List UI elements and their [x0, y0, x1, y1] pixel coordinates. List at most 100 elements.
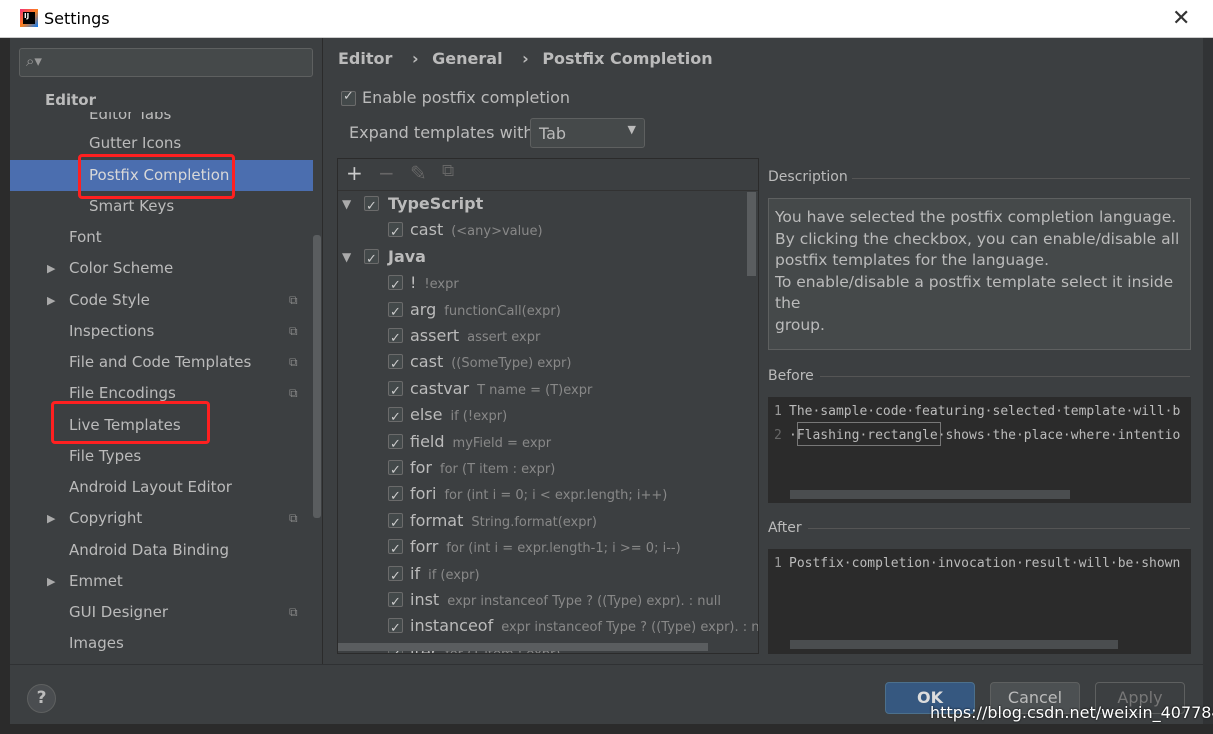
- copy-icon[interactable]: ⧉: [442, 161, 454, 181]
- templates-horizontal-scrollbar[interactable]: [338, 643, 708, 651]
- template-checkbox[interactable]: [388, 326, 403, 352]
- expand-down-icon[interactable]: ▼: [342, 244, 351, 270]
- template-description: expr instanceof Type ? ((Type) expr). : …: [447, 594, 721, 609]
- template-checkbox[interactable]: [388, 220, 403, 246]
- sidebar-scrollbar[interactable]: [313, 235, 321, 518]
- sidebar-item-images[interactable]: Images: [10, 628, 313, 659]
- template-description: if (expr): [428, 567, 480, 583]
- sidebar-item-label: Smart Keys: [89, 197, 175, 215]
- expand-arrow-icon[interactable]: ▶: [47, 285, 55, 316]
- template-checkbox[interactable]: [388, 405, 403, 431]
- template-checkbox[interactable]: [388, 616, 403, 642]
- template-checkbox[interactable]: [388, 273, 403, 299]
- title-bar: IJ Settings ✕: [0, 0, 1213, 38]
- sidebar-item-font[interactable]: Font: [10, 222, 313, 253]
- after-code-preview[interactable]: 1 Postfix·completion·invocation·result·w…: [768, 549, 1191, 654]
- sidebar-item-code-style[interactable]: Code Style ▶ ⧉: [10, 285, 313, 316]
- project-settings-icon: ⧉: [289, 355, 298, 369]
- after-heading: After: [768, 520, 802, 536]
- sidebar-item-android-layout-editor[interactable]: Android Layout Editor: [10, 472, 313, 503]
- breadcrumb-separator: ›: [411, 49, 419, 68]
- line-number: 1: [774, 556, 782, 571]
- search-input[interactable]: ⌕▾: [19, 48, 313, 77]
- group-checkbox[interactable]: [364, 194, 379, 220]
- template-checkbox[interactable]: [388, 300, 403, 326]
- breadcrumb-general: General: [432, 49, 503, 68]
- enable-postfix-checkbox[interactable]: Enable postfix completion: [341, 88, 570, 107]
- template-checkbox[interactable]: [388, 432, 403, 458]
- divider: [852, 178, 1190, 179]
- sidebar-item-label: Editor Tabs: [89, 112, 172, 123]
- templates-vertical-scrollbar[interactable]: [747, 192, 756, 276]
- template-description: T name = (T)expr: [477, 382, 593, 398]
- sidebar-item-label: GUI Designer: [69, 603, 168, 621]
- close-button[interactable]: ✕: [1172, 6, 1190, 31]
- description-line: To enable/disable a postfix template sel…: [775, 272, 1174, 313]
- breadcrumb-separator: ›: [522, 49, 529, 68]
- expand-arrow-icon[interactable]: ▶: [47, 566, 55, 597]
- sidebar-section-editor[interactable]: Editor: [45, 91, 96, 109]
- code-line: Postfix·completion·invocation·result·wil…: [789, 556, 1181, 571]
- before-code-preview[interactable]: 1 The·sample·code·featuring·selected·tem…: [768, 397, 1191, 503]
- group-checkbox[interactable]: [364, 247, 379, 273]
- template-checkbox[interactable]: [388, 352, 403, 378]
- add-icon[interactable]: +: [346, 161, 363, 185]
- expand-templates-label: Expand templates with: [349, 123, 534, 142]
- sidebar-item-file-and-code-templates[interactable]: File and Code Templates ⧉: [10, 347, 313, 378]
- project-settings-icon: ⧉: [289, 511, 298, 525]
- template-key: for: [410, 458, 432, 477]
- remove-icon[interactable]: −: [378, 161, 395, 185]
- group-name: Java: [388, 246, 426, 266]
- expand-value: Tab: [539, 124, 567, 143]
- expand-down-icon[interactable]: ▼: [342, 191, 351, 217]
- sidebar-item-color-scheme[interactable]: Color Scheme ▶: [10, 253, 313, 284]
- help-button[interactable]: ?: [27, 684, 56, 713]
- sidebar-item-label: File Types: [69, 447, 142, 465]
- template-checkbox[interactable]: [388, 564, 403, 590]
- template-description: ((SomeType) expr): [451, 356, 572, 372]
- sidebar-item-copyright[interactable]: Copyright ▶ ⧉: [10, 503, 313, 534]
- template-description: myField = expr: [452, 435, 552, 451]
- sidebar-item-emmet[interactable]: Emmet ▶: [10, 566, 313, 597]
- template-checkbox[interactable]: [388, 379, 403, 405]
- template-key: fori: [410, 484, 437, 504]
- sidebar-item-label: Android Layout Editor: [69, 478, 232, 496]
- edit-icon[interactable]: ✎: [410, 161, 427, 185]
- template-description: for (T item : expr): [440, 462, 556, 477]
- template-description: expr instanceof Type ? ((Type) expr). : …: [501, 620, 759, 636]
- template-description: if (!expr): [450, 409, 508, 425]
- after-horizontal-scrollbar[interactable]: [790, 640, 1118, 649]
- line-number: 1: [774, 404, 782, 419]
- template-checkbox[interactable]: [388, 511, 403, 537]
- expand-templates-select[interactable]: Tab ▼: [530, 118, 645, 148]
- description-box: You have selected the postfix completion…: [768, 198, 1191, 350]
- sidebar-item-inspections[interactable]: Inspections ⧉: [10, 316, 313, 347]
- before-heading: Before: [768, 368, 814, 384]
- template-checkbox[interactable]: [388, 590, 403, 616]
- breadcrumb: Editor › General › Postfix Completion: [338, 49, 719, 68]
- template-key: format: [410, 510, 464, 530]
- project-settings-icon: ⧉: [289, 386, 298, 400]
- template-key: instanceof: [410, 616, 494, 636]
- expand-arrow-icon[interactable]: ▶: [47, 253, 55, 284]
- sidebar-item-android-data-binding[interactable]: Android Data Binding: [10, 535, 313, 566]
- window-title: Settings: [44, 9, 110, 28]
- ide-background: [1203, 38, 1213, 724]
- description-line: postfix templates for the language.: [775, 251, 1050, 269]
- watermark: https://blog.csdn.net/weixin_40778497: [930, 703, 1213, 722]
- template-description: for (int i = 0; i < expr.length; i++): [444, 488, 668, 504]
- sidebar-item-file-types[interactable]: File Types: [10, 441, 313, 472]
- expand-arrow-icon[interactable]: ▶: [47, 503, 55, 534]
- flashing-rectangle: [797, 422, 941, 446]
- code-line: The·sample·code·featuring·selected·templ…: [789, 404, 1181, 419]
- template-key: assert: [410, 326, 460, 345]
- before-horizontal-scrollbar[interactable]: [790, 490, 1070, 499]
- template-checkbox[interactable]: [388, 537, 403, 563]
- template-checkbox[interactable]: [388, 458, 403, 484]
- template-description: String.format(expr): [471, 514, 597, 530]
- template-description: assert expr: [467, 330, 541, 345]
- sidebar-item-gui-designer[interactable]: GUI Designer ⧉: [10, 597, 313, 628]
- template-checkbox[interactable]: [388, 484, 403, 510]
- sidebar-item-smart-keys[interactable]: Smart Keys: [10, 191, 313, 222]
- sidebar-item-label: Android Data Binding: [69, 541, 230, 559]
